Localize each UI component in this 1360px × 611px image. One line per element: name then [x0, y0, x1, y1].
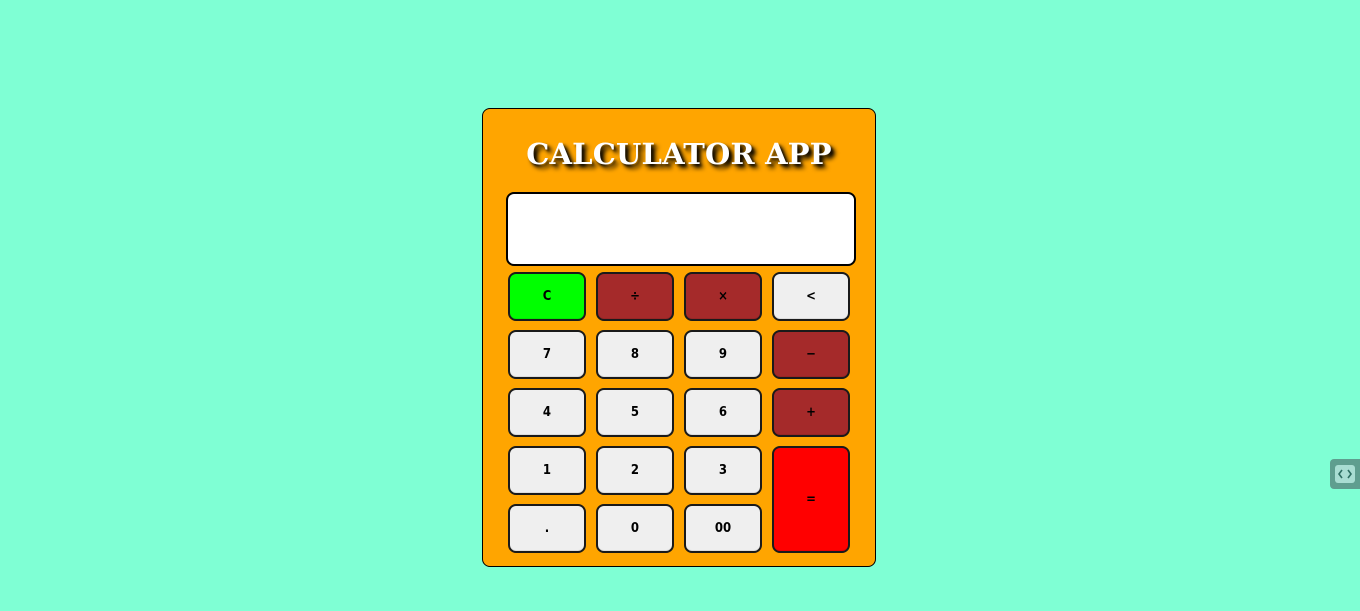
- calculator-display[interactable]: [506, 192, 856, 266]
- side-widget-button[interactable]: [1330, 459, 1360, 489]
- multiply-button[interactable]: ×: [684, 272, 762, 321]
- plus-button[interactable]: +: [772, 388, 850, 437]
- digit-1-button[interactable]: 1: [508, 446, 586, 495]
- decimal-button[interactable]: .: [508, 504, 586, 553]
- code-icon: [1335, 465, 1355, 483]
- app-title: CALCULATOR APP: [526, 137, 832, 171]
- calculator-panel: CALCULATOR APP C ÷ × < 7 8 9 − 4 5 6 + 1…: [482, 108, 876, 567]
- digit-3-button[interactable]: 3: [684, 446, 762, 495]
- minus-button[interactable]: −: [772, 330, 850, 379]
- equals-button[interactable]: =: [772, 446, 850, 553]
- clear-button[interactable]: C: [508, 272, 586, 321]
- digit-9-button[interactable]: 9: [684, 330, 762, 379]
- digit-6-button[interactable]: 6: [684, 388, 762, 437]
- double-zero-button[interactable]: 00: [684, 504, 762, 553]
- digit-2-button[interactable]: 2: [596, 446, 674, 495]
- digit-8-button[interactable]: 8: [596, 330, 674, 379]
- digit-5-button[interactable]: 5: [596, 388, 674, 437]
- digit-0-button[interactable]: 0: [596, 504, 674, 553]
- digit-7-button[interactable]: 7: [508, 330, 586, 379]
- backspace-button[interactable]: <: [772, 272, 850, 321]
- divide-button[interactable]: ÷: [596, 272, 674, 321]
- digit-4-button[interactable]: 4: [508, 388, 586, 437]
